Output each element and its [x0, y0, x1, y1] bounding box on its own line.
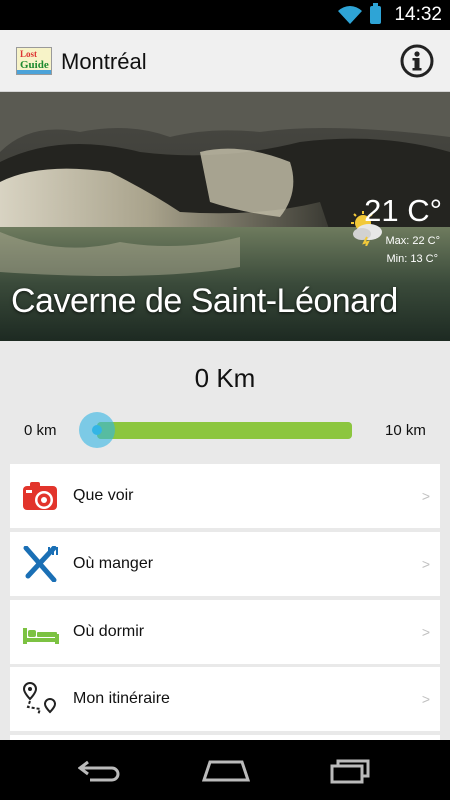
temperature: 21 C°: [364, 193, 442, 228]
menu-item-label: Où dormir: [73, 623, 145, 640]
menu-item-ou-dormir[interactable]: Où dormir >: [10, 600, 440, 664]
status-bar: 14:32: [0, 0, 450, 30]
menu-item-que-voir[interactable]: Que voir >: [10, 464, 440, 528]
chevron-right-icon: >: [421, 624, 430, 640]
app-bar: Lost Guide Montréal: [0, 30, 450, 92]
fork-knife-icon: [23, 546, 58, 582]
slider-min-label: 0 km: [24, 422, 57, 439]
wifi-icon: [338, 6, 362, 24]
battery-icon: [370, 3, 381, 24]
menu-item-label: Où manger: [73, 555, 154, 572]
status-time: 14:32: [394, 4, 442, 25]
system-nav-bar: [0, 740, 450, 800]
distance-slider-fill: [97, 422, 352, 439]
app-logo[interactable]: Lost Guide: [16, 47, 52, 75]
info-icon[interactable]: [400, 44, 434, 78]
distance-slider-track[interactable]: [97, 422, 352, 439]
recents-icon[interactable]: [330, 758, 372, 784]
slider-max-label: 10 km: [385, 422, 426, 439]
menu-item-mon-itineraire[interactable]: Mon itinéraire >: [10, 667, 440, 731]
place-name: Caverne de Saint-Léonard: [11, 282, 398, 320]
camera-icon: [23, 482, 57, 510]
bed-icon: [23, 628, 59, 644]
back-icon[interactable]: [78, 758, 122, 782]
distance-value: 0 Km: [194, 363, 256, 393]
home-icon[interactable]: [202, 758, 250, 782]
chevron-right-icon: >: [421, 488, 430, 504]
logo-line1: Lost: [20, 49, 38, 59]
menu-item-ou-manger[interactable]: Où manger >: [10, 532, 440, 596]
temperature-min: Min: 13 C°: [386, 253, 438, 265]
route-icon: [22, 681, 57, 716]
menu-item-label: Mon itinéraire: [73, 690, 170, 707]
logo-stripe: [17, 70, 51, 74]
distance-slider-thumb[interactable]: [79, 412, 115, 448]
menu-item-label: Que voir: [73, 487, 134, 504]
chevron-right-icon: >: [421, 556, 430, 572]
temperature-max: Max: 22 C°: [385, 235, 440, 247]
chevron-right-icon: >: [421, 691, 430, 707]
page-title: Montréal: [61, 49, 147, 74]
